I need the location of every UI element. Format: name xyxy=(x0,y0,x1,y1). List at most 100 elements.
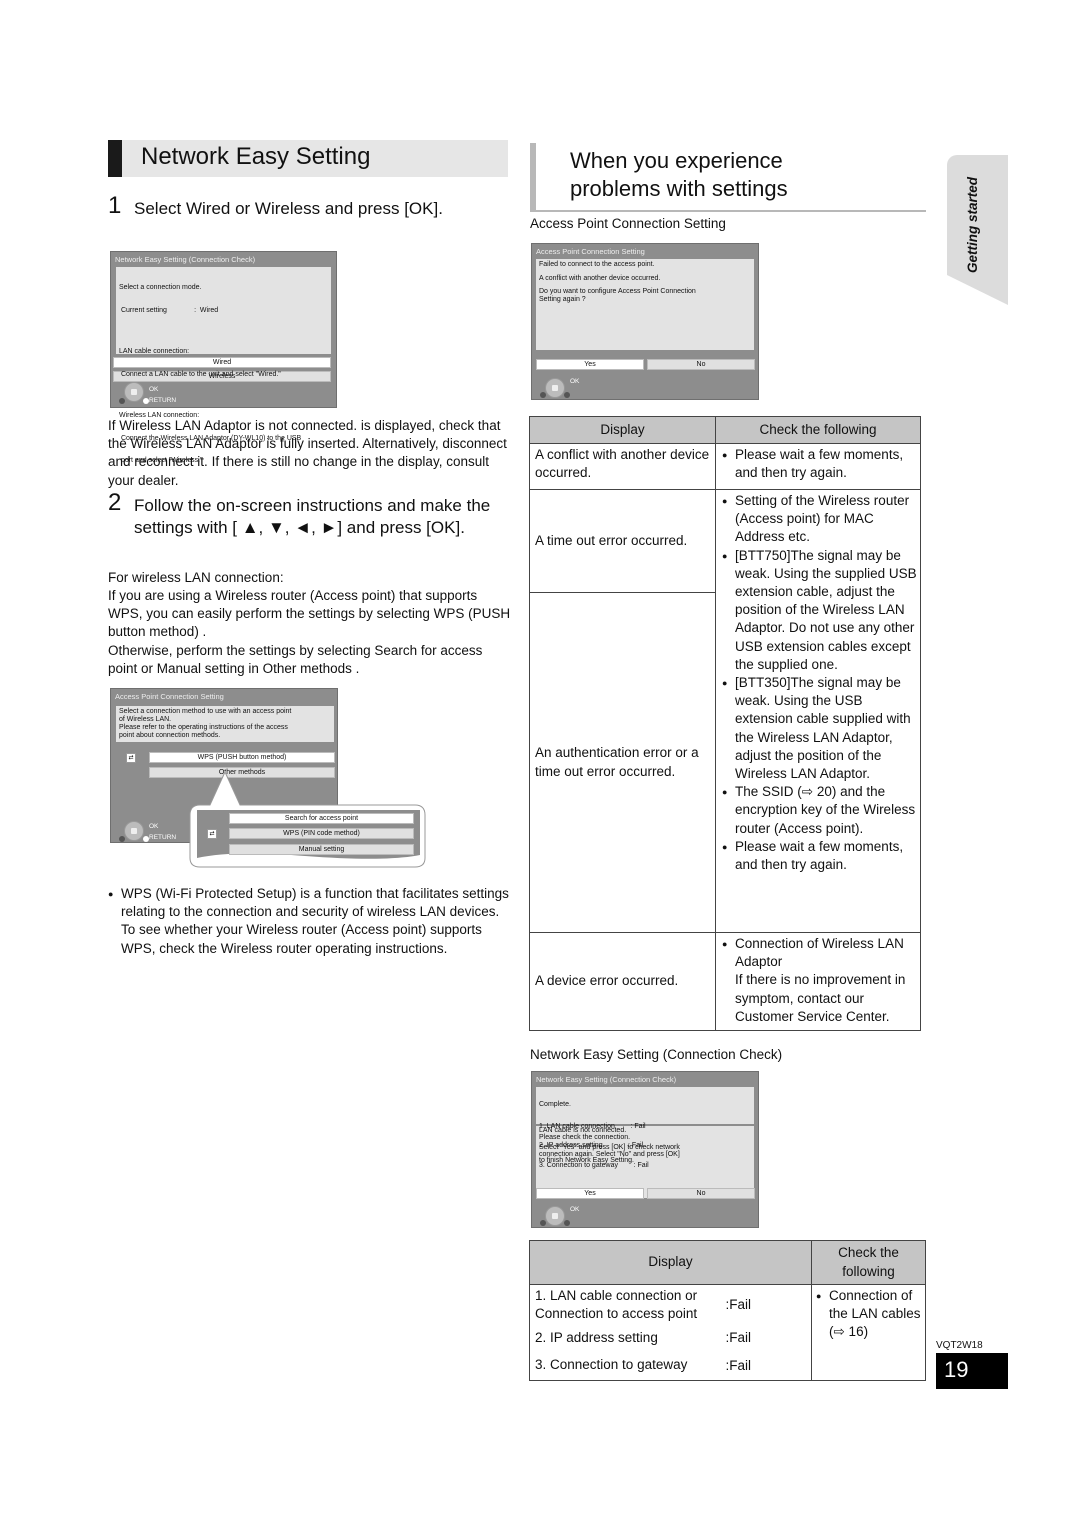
dot-icon xyxy=(119,836,125,842)
wps-push-button[interactable]: WPS (PUSH button method) xyxy=(149,752,335,763)
table-row: 1. LAN cable connection or Connection to… xyxy=(529,1284,926,1381)
osd-line: Select a connection method to use with a… xyxy=(119,708,292,715)
check-item: Please wait a few moments, and then try … xyxy=(718,446,918,482)
wired-button[interactable]: Wired xyxy=(113,357,331,368)
document-code: VQT2W18 xyxy=(936,1340,983,1351)
osd-line: LAN cable connection: xyxy=(119,348,190,355)
osd-message: Select a connection method to use with a… xyxy=(116,706,334,742)
heading-text: When you experience problems with settin… xyxy=(570,147,788,203)
item-cell: 1. LAN cable connection or Connection to… xyxy=(529,1284,720,1326)
col-display: Display xyxy=(529,416,716,444)
osd-result-panel: Complete. 1. LAN cable connection : Fail… xyxy=(536,1087,754,1168)
no-button[interactable]: No xyxy=(647,1188,755,1199)
check-item: Connection of the LAN cables (⇨ 16) xyxy=(812,1287,921,1342)
osd-access-point-failed: Access Point Connection Setting Failed t… xyxy=(531,243,759,400)
check-cell: Please wait a few moments, and then try … xyxy=(715,443,921,490)
remote-navpad-icon xyxy=(545,1206,565,1226)
step-text: Select Wired or Wireless and press [OK]. xyxy=(134,199,443,218)
check-item: The SSID (⇨ 20) and the encryption key o… xyxy=(718,783,918,838)
step-1: 1 Select Wired or Wireless and press [OK… xyxy=(108,192,448,220)
col-check: Check the following xyxy=(811,1240,926,1285)
section-heading-network-easy-setting: Network Easy Setting xyxy=(108,140,508,177)
nav-ok-label: OK xyxy=(149,386,159,393)
osd-line: Do you want to configure Access Point Co… xyxy=(539,288,696,295)
display-cell: A conflict with another device occurred. xyxy=(529,443,716,490)
osd-connection-check: Network Easy Setting (Connection Check) … xyxy=(110,251,337,464)
dot-icon xyxy=(564,1220,570,1226)
osd-line: of Wireless LAN. xyxy=(119,716,172,723)
item-cell: 2. IP address setting xyxy=(529,1325,720,1352)
remote-navpad-icon xyxy=(545,378,565,398)
step-number: 2 xyxy=(108,489,122,516)
osd-message: Select a connection mode. Current settin… xyxy=(116,267,331,464)
connection-check-table: Display Check the following 1. LAN cable… xyxy=(529,1240,926,1381)
check-extra: If there is no improvement in symptom, c… xyxy=(735,972,906,1024)
search-access-point-button[interactable]: Search for access point xyxy=(229,813,414,824)
remote-navpad-icon xyxy=(124,821,144,841)
dot-icon xyxy=(119,398,125,404)
dot-icon xyxy=(564,392,570,398)
osd-line: A conflict with another device occurred. xyxy=(539,274,661,282)
caption-access-point: Access Point Connection Setting xyxy=(530,216,726,231)
osd-message: Failed to connect to the access point. A… xyxy=(536,259,754,350)
status-cell: :Fail xyxy=(719,1325,812,1352)
nav-ok-label: OK xyxy=(149,823,159,830)
step-2: 2 Follow the on-screen instructions and … xyxy=(108,489,503,539)
osd-line: Select a connection mode. xyxy=(119,284,202,291)
step-text: Follow the on-screen instructions and ma… xyxy=(134,496,491,537)
troubleshoot-table: Display Check the following A conflict w… xyxy=(529,416,921,1031)
osd-line: Please refer to the operating instructio… xyxy=(119,724,288,731)
display-cell: An authentication error or a time out er… xyxy=(529,592,716,933)
display-cell: A time out error occurred. xyxy=(529,489,716,593)
dot-icon xyxy=(540,1220,546,1226)
col-check: Check the following xyxy=(715,416,921,444)
heading-line: When you experience xyxy=(570,148,783,173)
yes-button[interactable]: Yes xyxy=(536,359,644,370)
col-display: Display xyxy=(529,1240,812,1285)
item-cell: 3. Connection to gateway xyxy=(529,1351,720,1381)
table-row: A time out error occurred. Setting of th… xyxy=(529,489,921,933)
table-row: A device error occurred. Connection of W… xyxy=(529,932,921,1031)
osd-line: Failed to connect to the access point. xyxy=(539,261,655,268)
osd-line: point about connection methods. xyxy=(119,732,221,739)
osd-line: Current setting : Wired xyxy=(119,306,219,314)
osd-line: Setting again ? xyxy=(539,295,586,303)
check-cell: Setting of the Wireless router (Access p… xyxy=(715,489,921,933)
page-number: 19 xyxy=(936,1353,1008,1389)
heading-text: Network Easy Setting xyxy=(141,143,371,170)
nav-ok-label: OK xyxy=(570,1206,580,1213)
check-item: [BTT350]The signal may be weak. Using th… xyxy=(718,674,918,783)
check-cell: Connection of Wireless LAN Adaptor If th… xyxy=(715,932,921,1031)
manual-setting-button[interactable]: Manual setting xyxy=(229,844,414,855)
dot-icon xyxy=(540,392,546,398)
section-heading-problems: When you experience problems with settin… xyxy=(530,143,926,212)
no-button[interactable]: No xyxy=(647,359,755,370)
osd-title: Access Point Connection Setting xyxy=(536,247,645,256)
table-row: A conflict with another device occurred.… xyxy=(529,443,921,490)
adaptor-note: If Wireless LAN Adaptor is not connected… xyxy=(108,418,507,488)
osd-line: Complete. xyxy=(539,1101,571,1108)
nav-return-label: RETURN xyxy=(149,397,177,404)
wireless-text: If you are using a Wireless router (Acce… xyxy=(108,588,511,676)
status-cell: :Fail xyxy=(719,1351,812,1381)
wps-icon: ⇄ xyxy=(126,753,136,763)
section-tab-label: Getting started xyxy=(965,176,980,273)
section-tab: Getting started xyxy=(947,155,1008,305)
osd-title: Network Easy Setting (Connection Check) xyxy=(536,1075,677,1084)
check-item: [BTT750]The signal may be weak. Using th… xyxy=(718,547,918,674)
check-item: Setting of the Wireless router (Access p… xyxy=(718,492,918,547)
osd-title: Network Easy Setting (Connection Check) xyxy=(115,255,256,264)
check-item: Please wait a few moments, and then try … xyxy=(718,838,918,874)
yes-button[interactable]: Yes xyxy=(536,1188,644,1199)
display-cell: A device error occurred. xyxy=(529,932,716,1031)
wireless-label: For wireless LAN connection: xyxy=(108,570,284,585)
osd-title: Access Point Connection Setting xyxy=(115,692,224,701)
status-cell: :Fail xyxy=(719,1284,812,1326)
osd-connection-check-result: Network Easy Setting (Connection Check) … xyxy=(531,1071,759,1228)
heading-bar xyxy=(108,140,122,177)
wps-pin-button[interactable]: WPS (PIN code method) xyxy=(229,828,414,839)
remote-navpad-icon xyxy=(124,382,144,402)
wps-pin-icon: ⇄ xyxy=(207,829,217,839)
nav-ok-label: OK xyxy=(570,378,580,385)
step-number: 1 xyxy=(108,192,122,219)
